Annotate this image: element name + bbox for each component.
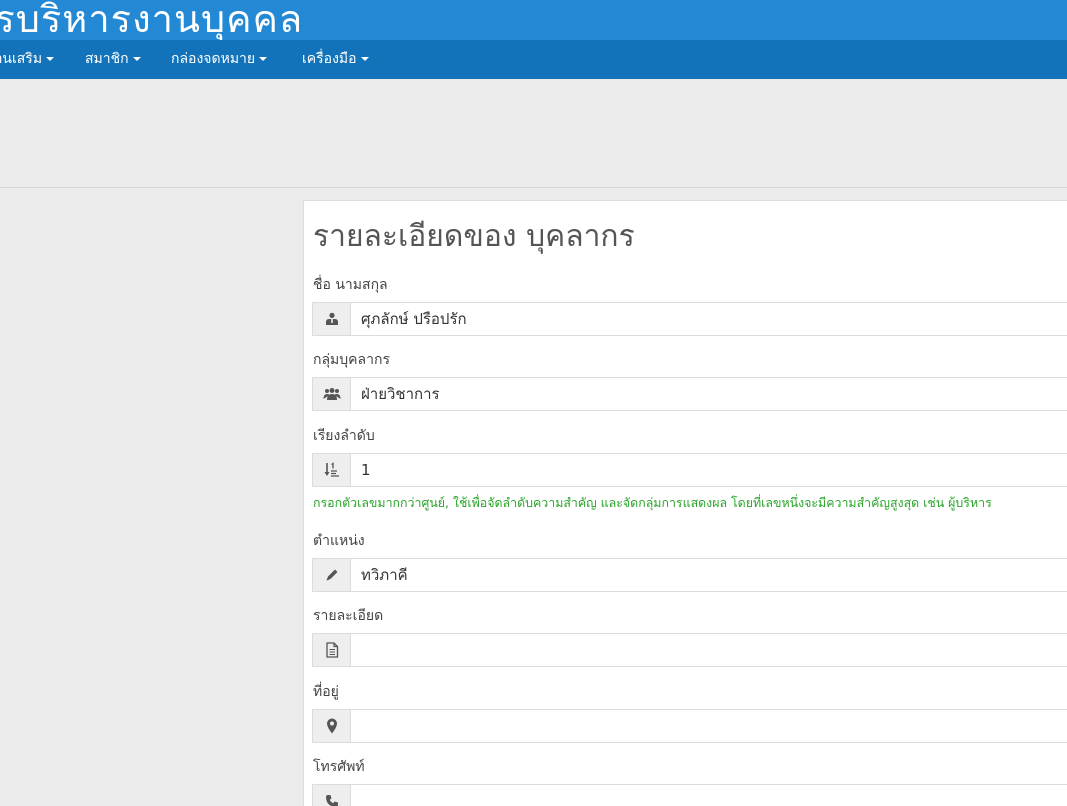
page-banner [0,79,1067,188]
details-label: รายละเอียด [313,608,384,624]
pencil-icon [313,559,351,591]
sort-numeric-icon [313,454,351,486]
order-value: 1 [361,461,371,479]
phone-label: โทรศัพท์ [313,759,365,775]
name-value: ศุภลักษ์ ปรือปรัก [361,310,467,328]
order-label: เรียงลำดับ [313,428,375,444]
caret-down-icon [46,57,55,61]
map-marker-icon [313,710,351,742]
nav-item-members[interactable]: สมาชิก [85,40,141,79]
personnel-detail-panel: รายละเอียดของ บุคลากร ชื่อ นามสกุล ศุภลั… [303,200,1067,806]
document-icon [313,634,351,666]
phone-field[interactable] [312,784,1067,806]
users-icon [313,378,351,410]
details-field[interactable] [312,633,1067,667]
address-field[interactable] [312,709,1067,743]
name-label: ชื่อ นามสกุล [313,277,388,293]
position-value: ทวิภาคี [361,566,408,584]
group-field[interactable]: ฝ่ายวิชาการ [312,377,1067,411]
caret-down-icon [259,57,268,61]
user-icon [313,303,351,335]
nav-item-label: อนเสริม [0,51,43,67]
order-field[interactable]: 1 [312,453,1067,487]
nav-item-label: กล่องจดหมาย [171,51,256,67]
nav-item-label: สมาชิก [85,51,129,67]
nav-item-addons[interactable]: อนเสริม [0,40,55,79]
page-title: รายละเอียดของ บุคลากร [313,219,635,254]
group-label: กลุ่มบุคลากร [313,352,390,368]
phone-icon [313,785,351,806]
site-title[interactable]: ารบริหารงานบุคคล [0,0,303,40]
position-field[interactable]: ทวิภาคี [312,558,1067,592]
order-help-text: กรอกตัวเลขมากกว่าศูนย์, ใช้เพื่อจัดลำดับ… [313,495,992,510]
caret-down-icon [132,57,141,61]
app-header: ารบริหารงานบุคคล [0,0,1067,40]
group-value: ฝ่ายวิชาการ [361,385,440,403]
nav-item-label: เครื่องมือ [302,51,357,67]
address-label: ที่อยู่ [313,684,339,700]
nav-item-mailbox[interactable]: กล่องจดหมาย [171,40,268,79]
main-navbar: อนเสริม สมาชิก กล่องจดหมาย เครื่องมือ [0,40,1067,79]
name-field[interactable]: ศุภลักษ์ ปรือปรัก [312,302,1067,336]
caret-down-icon [360,57,369,61]
position-label: ตำแหน่ง [313,533,365,549]
nav-item-tools[interactable]: เครื่องมือ [302,40,369,79]
